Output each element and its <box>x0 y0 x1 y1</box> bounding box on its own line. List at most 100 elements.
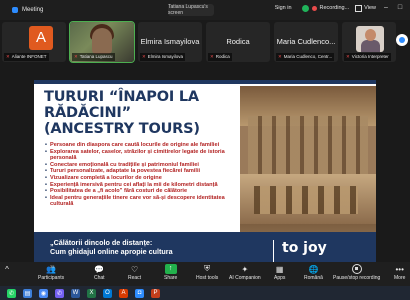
participant-tile[interactable]: Maria Cudlenco... ✕ Maria Cudlenco, Centr… <box>274 22 338 62</box>
bullet-item: Persoane din diaspora care caută locuril… <box>45 142 241 149</box>
toolbar-ai-companion[interactable]: ✦ AI Companion <box>229 264 261 282</box>
toolbar-label: React <box>128 275 142 281</box>
slide-title-line1: TURURI “ÎNAPOI LA RĂDĂCINI” <box>44 89 199 121</box>
tojoy-logo: to joy <box>282 240 327 256</box>
participant-tile-active[interactable]: ✕ Tatiana Lupascu <box>69 21 135 63</box>
globe-icon: 🌐 <box>308 264 319 274</box>
muted-mic-icon: ✕ <box>74 54 78 59</box>
participant-label: ✕ Maria Cudlenco, Centr... <box>276 53 335 61</box>
muted-mic-icon: ✕ <box>6 54 10 59</box>
slide-title: TURURI “ÎNAPOI LA RĂDĂCINI” (ANCESTRY TO… <box>44 89 254 137</box>
shield-icon: ⛨ <box>204 264 211 273</box>
view-label: View <box>364 5 376 11</box>
participant-label: ✕ Rodica <box>208 53 232 61</box>
zoom-window: Meeting Tatiana Lupascu's screen Sign in… <box>0 0 410 300</box>
participant-name: Aliante INFONET <box>11 54 47 59</box>
zoom-app-icon[interactable]: ◘ <box>135 288 144 298</box>
window-title-text: Meeting <box>22 7 44 13</box>
participant-name: Tatiana Lupascu <box>79 54 113 59</box>
slide-top-bar <box>34 80 376 84</box>
slide-footer-text: „Călătorii dincolo de distanțe: Cum ghid… <box>50 238 240 256</box>
toolbar-label: Share <box>164 275 178 281</box>
next-page-icon[interactable] <box>396 34 408 46</box>
participant-label: ✕ Tatiana Lupascu <box>72 53 115 61</box>
file-explorer-icon[interactable]: ▤ <box>23 288 32 298</box>
toolbar-apps[interactable]: ▦ Apps <box>274 264 285 282</box>
muted-mic-icon: ✕ <box>142 54 146 59</box>
bullet-item: Ideal pentru generațiile tinere care vor… <box>45 195 241 208</box>
participant-display-name: Elmira Ismayilova <box>140 37 200 46</box>
minimize-icon[interactable]: – <box>382 4 390 12</box>
participant-tile[interactable]: Rodica ✕ Rodica <box>206 22 270 62</box>
sign-in-button[interactable]: Sign in <box>271 3 296 13</box>
toolbar-participants[interactable]: 👥 35 Participants <box>38 264 64 281</box>
recording-indicator[interactable]: Recording... <box>301 4 349 12</box>
slide-title-line2: (ANCESTRY TOURS) <box>44 121 200 137</box>
title-bar: Meeting Tatiana Lupascu's screen Sign in… <box>0 0 410 20</box>
screen-share-label: Tatiana Lupascu's screen <box>168 4 208 16</box>
shield-icon <box>301 4 309 12</box>
toolbar-share[interactable]: ↑ Share <box>164 264 177 281</box>
participant-display-name: Maria Cudlenco... <box>276 37 336 46</box>
maximize-icon[interactable]: □ <box>396 4 404 12</box>
meeting-toolbar: ^ 👥 35 Participants 💬 Chat ♡ React ↑ Sha… <box>0 262 410 286</box>
muted-mic-icon: ✕ <box>210 54 214 59</box>
top-right-controls: Sign in Recording... View – □ <box>271 3 404 13</box>
slide-bullet-list: Persoane din diaspora care caută locuril… <box>45 142 241 208</box>
toolbar-label: Participants <box>38 275 65 281</box>
bullet-item: Vizualizare completă a locurilor de orig… <box>45 175 241 182</box>
toolbar-language[interactable]: 🌐 Română <box>304 264 323 282</box>
os-taskbar: ✆ ▤ ◉ ✆ W X O A ◘ P <box>0 286 410 300</box>
toolbar-label: Host tools <box>196 275 219 281</box>
bullet-item: Tururi personalizate, adaptate la povest… <box>45 168 241 175</box>
toolbar-more[interactable]: ••• More <box>394 264 406 282</box>
participant-label: ✕ Aliante INFONET <box>4 53 49 61</box>
muted-mic-icon: ✕ <box>346 54 350 59</box>
outlook-icon[interactable]: O <box>103 288 112 298</box>
participant-video <box>356 26 384 52</box>
toolbar-pause-recording[interactable]: Pause/stop recording <box>333 264 380 281</box>
zoom-icon <box>12 7 18 13</box>
word-icon[interactable]: W <box>71 288 80 298</box>
bullet-item: Posibilitatea de a „fi acolo” fără costu… <box>45 188 241 195</box>
toolbar-host-tools[interactable]: ⛨ Host tools <box>196 264 218 281</box>
chrome-icon[interactable]: ◉ <box>39 288 48 298</box>
toolbar-label: AI Companion <box>229 275 261 281</box>
more-icon: ••• <box>395 264 404 274</box>
participant-tile[interactable]: Elmira Ismayilova ✕ Elmira Ismayilova <box>138 22 202 62</box>
participants-count: 35 <box>50 264 55 269</box>
toolbar-react[interactable]: ♡ React <box>128 264 142 282</box>
toolbar-label: Română <box>304 275 323 281</box>
chat-icon: 💬 <box>94 264 105 274</box>
participant-name: Elmira Ismayilova <box>147 54 184 59</box>
participant-name: Rodica <box>215 54 230 59</box>
share-screen-icon: ↑ <box>164 264 177 274</box>
toolbar-item-first[interactable]: ^ <box>2 264 12 275</box>
window-title: Meeting <box>12 7 43 13</box>
bullet-item: Explorarea satelor, caselor, străzilor ș… <box>45 149 241 162</box>
logo-text: to joy <box>282 240 327 256</box>
participant-tile[interactable]: ✕ Victoria Interpreter <box>342 22 396 62</box>
shared-screen-slide: TURURI “ÎNAPOI LA RĂDĂCINI” (ANCESTRY TO… <box>34 80 376 273</box>
participant-display-name: Rodica <box>226 37 250 46</box>
whatsapp-icon[interactable]: ✆ <box>7 288 16 298</box>
avatar: A <box>29 26 53 50</box>
powerpoint-icon[interactable]: P <box>151 288 160 298</box>
heart-icon: ♡ <box>130 264 139 274</box>
toolbar-chat[interactable]: 💬 Chat <box>94 264 105 282</box>
muted-mic-icon: ✕ <box>278 54 282 59</box>
participant-strip: A ✕ Aliante INFONET ✕ Tatiana Lupascu Elmi… <box>0 21 410 63</box>
toolbar-label: More <box>394 275 406 281</box>
view-button[interactable]: View <box>355 4 376 12</box>
toolbar-label: Chat <box>94 275 105 281</box>
participant-name: Victoria Interpreter <box>351 54 389 59</box>
viber-icon[interactable]: ✆ <box>55 288 64 298</box>
participant-label: ✕ Victoria Interpreter <box>344 53 391 61</box>
excel-icon[interactable]: X <box>87 288 96 298</box>
pdf-icon[interactable]: A <box>119 288 128 298</box>
screen-share-indicator[interactable]: Tatiana Lupascu's screen <box>168 4 214 16</box>
participant-label: ✕ Elmira Ismayilova <box>140 53 186 61</box>
footer-line1: „Călătorii dincolo de distanțe: <box>50 238 153 247</box>
participant-tile[interactable]: A ✕ Aliante INFONET <box>2 22 66 62</box>
footer-line2: Cum ghidajul online apropie cultura <box>50 247 173 256</box>
